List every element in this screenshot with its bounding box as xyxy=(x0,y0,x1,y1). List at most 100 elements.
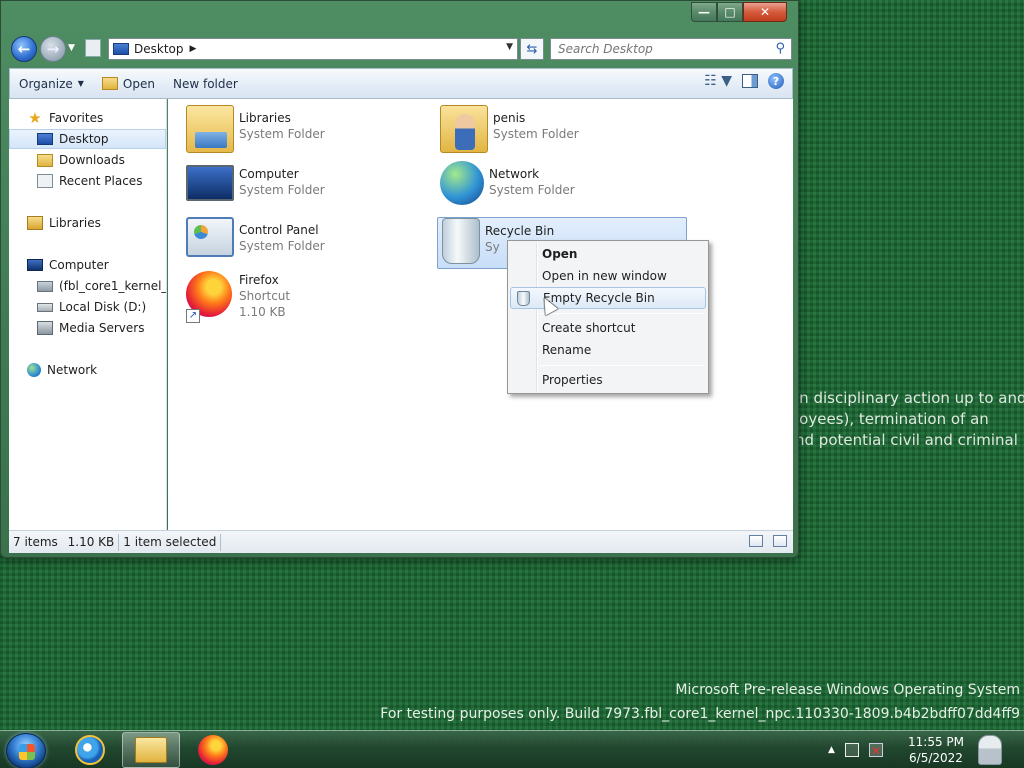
nav-desktop[interactable]: Desktop xyxy=(9,129,166,149)
menu-properties[interactable]: Properties xyxy=(510,369,706,391)
file-name: Control Panel xyxy=(239,223,319,237)
clock-date: 6/5/2022 xyxy=(909,751,963,765)
forward-button[interactable]: → xyxy=(40,36,66,62)
file-name: Computer xyxy=(239,167,299,181)
menu-open[interactable]: Open xyxy=(510,243,706,265)
search-icon[interactable]: ⚲ xyxy=(775,41,785,56)
breadcrumb-desktop[interactable]: Desktop xyxy=(134,42,184,56)
nav-downloads[interactable]: Downloads xyxy=(9,150,166,170)
file-size: 1.10 KB xyxy=(239,305,286,319)
file-type: System Folder xyxy=(489,183,575,197)
command-bar: Organize ▼ Open New folder ☷ ▼ ? xyxy=(9,68,793,99)
system-tray: ▲ ✕ xyxy=(828,731,883,768)
file-item-user-folder[interactable]: penis System Folder xyxy=(440,105,690,157)
build-watermark-info: For testing purposes only. Build 7973.fb… xyxy=(380,706,1020,722)
file-name: Libraries xyxy=(239,111,291,125)
status-bar: 7 items 1.10 KB 1 item selected xyxy=(9,530,793,553)
maximize-button[interactable]: □ xyxy=(717,2,743,22)
file-type: System Folder xyxy=(493,127,579,141)
nav-label: Media Servers xyxy=(59,321,145,335)
search-box[interactable]: ⚲ xyxy=(550,38,792,60)
change-view-icon[interactable]: ☷ ▼ xyxy=(704,73,732,89)
navigation-pane: ★ Favorites Desktop Downloads Recent Pla… xyxy=(9,99,167,530)
help-icon[interactable]: ? xyxy=(768,73,784,89)
menu-empty-recycle-bin[interactable]: Empty Recycle Bin xyxy=(510,287,706,309)
minimize-button[interactable]: — xyxy=(691,2,717,22)
computer-icon xyxy=(186,165,234,201)
menu-create-shortcut[interactable]: Create shortcut xyxy=(510,317,706,339)
desktop-text-line: loyees), termination of an xyxy=(795,410,989,428)
volume-muted-icon[interactable]: ✕ xyxy=(868,743,883,758)
preview-pane-icon[interactable] xyxy=(742,74,758,88)
star-icon: ★ xyxy=(28,109,42,127)
back-button[interactable]: ← xyxy=(11,36,37,62)
address-dropdown[interactable]: ▼ xyxy=(506,42,513,52)
show-hidden-icons-button[interactable]: ▲ xyxy=(828,745,835,755)
desktop-icon xyxy=(113,43,129,55)
nav-label: (fbl_core1_kernel_np xyxy=(59,279,166,293)
file-item-firefox[interactable]: ↗ Firefox Shortcut 1.10 KB xyxy=(186,271,436,333)
user-account-button[interactable] xyxy=(971,731,1009,768)
taskbar-firefox[interactable] xyxy=(184,732,242,768)
status-count-text: 7 items xyxy=(13,534,58,549)
nav-label: Network xyxy=(47,363,98,377)
firefox-icon xyxy=(198,735,228,765)
file-name: Firefox xyxy=(239,273,279,287)
nav-recent-places[interactable]: Recent Places xyxy=(9,171,166,191)
action-center-icon[interactable] xyxy=(844,743,859,757)
nav-favorites[interactable]: ★ Favorites xyxy=(27,108,166,128)
taskbar-internet-explorer[interactable] xyxy=(61,732,119,768)
file-name: penis xyxy=(493,111,526,125)
close-button[interactable]: ✕ xyxy=(743,2,787,22)
file-item-network[interactable]: Network System Folder xyxy=(440,161,690,213)
open-button[interactable]: Open xyxy=(93,71,164,97)
nav-local-disk[interactable]: Local Disk (D:) xyxy=(9,297,166,317)
control-panel-icon xyxy=(186,217,234,257)
nav-label: Local Disk (D:) xyxy=(59,300,147,314)
context-menu: Open Open in new window Empty Recycle Bi… xyxy=(507,240,709,394)
nav-network[interactable]: Network xyxy=(9,360,166,380)
file-item-libraries[interactable]: Libraries System Folder xyxy=(186,105,436,157)
build-watermark-title: Microsoft Pre-release Windows Operating … xyxy=(675,682,1020,698)
shortcut-arrow-icon: ↗ xyxy=(186,309,200,323)
folder-icon xyxy=(101,77,118,90)
menu-rename[interactable]: Rename xyxy=(510,339,706,361)
recent-pages-dropdown[interactable]: ▼ xyxy=(68,43,75,53)
address-bar[interactable]: Desktop ▶ ▼ xyxy=(108,38,518,60)
computer-icon xyxy=(27,259,43,271)
taskbar-windows-explorer[interactable] xyxy=(122,732,180,768)
file-item-control-panel[interactable]: Control Panel System Folder xyxy=(186,217,436,269)
file-item-computer[interactable]: Computer System Folder xyxy=(186,161,436,213)
details-view-icon[interactable] xyxy=(749,535,763,547)
page-icon xyxy=(85,39,101,57)
file-type: Shortcut xyxy=(239,289,291,303)
media-server-icon xyxy=(37,321,53,335)
refresh-button[interactable]: ⇆ xyxy=(520,38,544,60)
nav-label: Favorites xyxy=(49,111,104,125)
network-drive-icon xyxy=(37,280,53,292)
desktop-text-line: in disciplinary action up to and xyxy=(795,389,1024,407)
network-icon xyxy=(27,363,41,377)
user-icon xyxy=(978,735,1002,765)
large-icons-view-icon[interactable] xyxy=(773,535,787,547)
chevron-down-icon: ▼ xyxy=(77,79,84,88)
breadcrumb-separator[interactable]: ▶ xyxy=(190,44,197,54)
nav-label: Computer xyxy=(49,258,109,272)
nav-media-servers[interactable]: Media Servers xyxy=(9,318,166,338)
recent-places-icon xyxy=(37,174,53,188)
menu-open-new-window[interactable]: Open in new window xyxy=(510,265,706,287)
desktop-icon xyxy=(37,133,53,145)
new-folder-button[interactable]: New folder xyxy=(164,71,247,97)
nav-computer[interactable]: Computer xyxy=(9,255,166,275)
nav-network-drive[interactable]: (fbl_core1_kernel_np xyxy=(9,276,166,296)
menu-separator xyxy=(540,313,704,314)
search-input[interactable] xyxy=(558,42,758,56)
clock[interactable]: 11:55 PM 6/5/2022 xyxy=(900,734,972,766)
downloads-folder-icon xyxy=(37,153,53,167)
menu-item-label: Empty Recycle Bin xyxy=(543,291,655,305)
menu-separator xyxy=(540,365,704,366)
organize-button[interactable]: Organize ▼ xyxy=(10,71,93,97)
start-button[interactable] xyxy=(6,733,46,768)
nav-libraries[interactable]: Libraries xyxy=(9,213,166,233)
status-item-count: 7 items 1.10 KB xyxy=(9,533,120,551)
